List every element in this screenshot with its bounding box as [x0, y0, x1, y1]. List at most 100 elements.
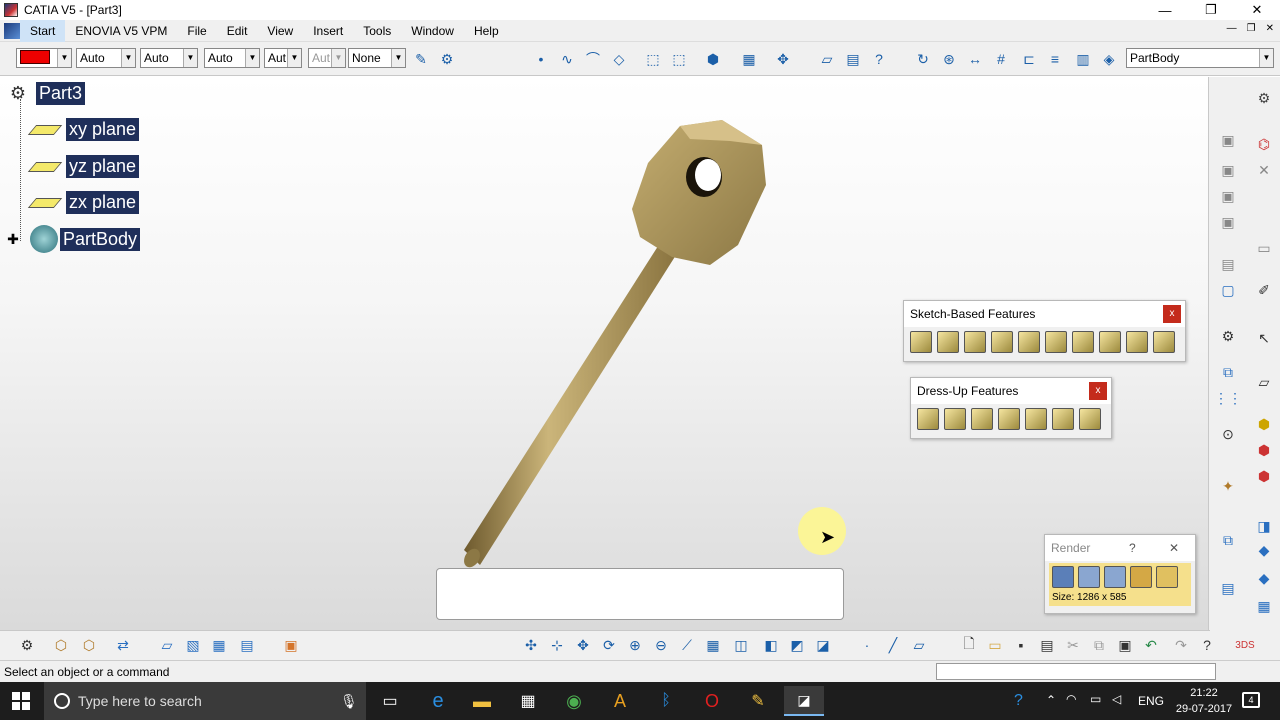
slot-icon[interactable]	[1072, 331, 1094, 353]
menu-view[interactable]: View	[257, 20, 303, 42]
fit-all-icon[interactable]: ✣	[520, 634, 542, 656]
sketch-icon[interactable]: ▱	[816, 48, 838, 70]
toolbar-icon-12[interactable]: ⧉	[1217, 361, 1239, 383]
current-body-combo[interactable]: PartBody ▼	[1126, 48, 1274, 68]
microphone-icon[interactable]: 🎙	[340, 693, 358, 710]
3d-viewport[interactable]: ⚙ Part3 xy plane yz plane zx plane ✚ Par…	[0, 77, 1208, 630]
gear-icon[interactable]: ⚙	[1253, 87, 1275, 109]
toolbar-icon-6[interactable]: ▣	[1217, 211, 1239, 233]
restore-button[interactable]: ❐	[1188, 0, 1234, 20]
whats-this-icon[interactable]: ?	[868, 48, 890, 70]
point-icon[interactable]: •	[530, 48, 552, 70]
loft-icon[interactable]	[1126, 331, 1148, 353]
undo-icon[interactable]: ↶	[1140, 634, 1162, 656]
hide-show-icon[interactable]: ◩	[786, 634, 808, 656]
toolbar-icon-14[interactable]: ⋮⋮	[1214, 387, 1242, 409]
constraint-icon[interactable]: ⊏	[1018, 48, 1040, 70]
positioned-sketch-icon[interactable]: ▧	[182, 634, 204, 656]
sketch-plane-icon[interactable]: ▱	[156, 634, 178, 656]
render-shot-icon[interactable]	[1052, 566, 1074, 588]
draft-icon[interactable]	[971, 408, 993, 430]
copy-icon[interactable]: ⧉	[1088, 634, 1110, 656]
toolbar-icon-11[interactable]: ⚙	[1217, 325, 1239, 347]
open-file-icon[interactable]: ▭	[984, 634, 1006, 656]
paste-icon[interactable]: ▣	[1114, 634, 1136, 656]
toolbar-icon-18[interactable]: ⬢	[1253, 465, 1275, 487]
hole-icon[interactable]	[1018, 331, 1040, 353]
file-explorer-icon[interactable]: ▬	[462, 686, 502, 716]
shading-icon[interactable]: ◧	[760, 634, 782, 656]
toolbar-icon-24[interactable]: ▤	[1217, 577, 1239, 599]
stiffener-icon[interactable]	[1099, 331, 1121, 353]
start-menu-icon[interactable]	[4, 22, 20, 39]
render-settings-icon[interactable]	[1078, 566, 1100, 588]
camera-icon[interactable]	[1130, 566, 1152, 588]
rib-icon[interactable]	[1045, 331, 1067, 353]
menu-edit[interactable]: Edit	[217, 20, 258, 42]
rotate-icon[interactable]: ⟳	[598, 634, 620, 656]
groove-icon[interactable]	[991, 331, 1013, 353]
walk-mode-icon[interactable]: ⬚	[668, 48, 690, 70]
spline-icon[interactable]: ∿	[556, 48, 578, 70]
update-icon[interactable]: ↻	[912, 48, 934, 70]
paint-icon[interactable]: ✎	[738, 686, 778, 716]
move-icon[interactable]: ✥	[572, 634, 594, 656]
minimize-button[interactable]: —	[1142, 0, 1188, 20]
task-view-icon[interactable]: ▭	[370, 686, 410, 716]
chrome-icon[interactable]: ◉	[554, 686, 594, 716]
toolbar-icon-7[interactable]: ▭	[1253, 237, 1275, 259]
toolbar-icon-3[interactable]: ▣	[1217, 159, 1239, 181]
toolbar-icon-21[interactable]: ⧉	[1217, 529, 1239, 551]
normal-view-icon[interactable]: ⟋	[676, 634, 698, 656]
pad-icon[interactable]	[910, 331, 932, 353]
part-design-icon[interactable]: ⬡	[50, 634, 72, 656]
iso-view-icon[interactable]: ◫	[730, 634, 752, 656]
assembly-icon[interactable]: ⚙	[16, 634, 38, 656]
doc-close-button[interactable]: ✕	[1266, 23, 1274, 34]
close-button[interactable]: ✕	[1234, 0, 1280, 20]
redo-icon[interactable]: ↷	[1170, 634, 1192, 656]
remove-face-icon[interactable]	[1079, 408, 1101, 430]
grid-icon[interactable]: ▦	[738, 48, 760, 70]
zoom-in-icon[interactable]: ⊕	[624, 634, 646, 656]
swap-icon[interactable]: ⇄	[112, 634, 134, 656]
view-mode-icon[interactable]: ⬢	[702, 48, 724, 70]
pocket-icon[interactable]	[937, 331, 959, 353]
toolbar-icon-23[interactable]: ◆	[1253, 567, 1275, 589]
windows-start-icon[interactable]	[12, 692, 30, 710]
toolbar-icon-15[interactable]: ⬢	[1253, 413, 1275, 435]
point-tool-icon[interactable]: ·	[856, 634, 878, 656]
product-icon[interactable]: ⬡	[78, 634, 100, 656]
close-icon[interactable]: x	[1163, 305, 1181, 323]
toolbar-icon-1[interactable]: ▣	[1217, 129, 1239, 151]
parameter-icon[interactable]: ▥	[1072, 48, 1094, 70]
volume-icon[interactable]: ◁	[1112, 692, 1121, 706]
chevron-up-icon[interactable]: ⌃	[1046, 693, 1056, 707]
menu-help[interactable]: Help	[464, 20, 509, 42]
menu-file[interactable]: File	[177, 20, 216, 42]
catia-taskbar-icon[interactable]: ◪	[784, 686, 824, 716]
toolbar-icon-9[interactable]: ▢	[1217, 279, 1239, 301]
menu-tools[interactable]: Tools	[353, 20, 401, 42]
menu-enovia[interactable]: ENOVIA V5 VPM	[65, 20, 177, 42]
formula-icon[interactable]: #	[990, 48, 1012, 70]
plane-icon[interactable]: ◇	[608, 48, 630, 70]
edge-icon[interactable]: e	[418, 686, 458, 716]
toolbar-icon-10[interactable]: ✐	[1253, 279, 1275, 301]
toolbar-icon-19[interactable]: ✦	[1217, 475, 1239, 497]
layer-combo[interactable]: None ▼	[348, 48, 406, 68]
toolbar-icon-2[interactable]: ⌬	[1253, 133, 1275, 155]
taskbar-search[interactable]: Type here to search 🎙	[44, 682, 366, 720]
bluetooth-icon[interactable]: ᛒ	[646, 686, 686, 716]
zoom-out-icon[interactable]: ⊖	[650, 634, 672, 656]
battery-icon[interactable]: ▭	[1090, 692, 1101, 706]
thickness-icon[interactable]	[1025, 408, 1047, 430]
point-type-combo[interactable]: Aut ▼	[264, 48, 302, 68]
network-icon[interactable]: ◠	[1066, 692, 1076, 706]
store-icon[interactable]: ▦	[508, 686, 548, 716]
shaft-icon[interactable]	[964, 331, 986, 353]
power-input-box[interactable]	[936, 663, 1216, 680]
menu-window[interactable]: Window	[401, 20, 464, 42]
opera-icon[interactable]: O	[692, 686, 732, 716]
grid-view-icon[interactable]: ▦	[208, 634, 230, 656]
